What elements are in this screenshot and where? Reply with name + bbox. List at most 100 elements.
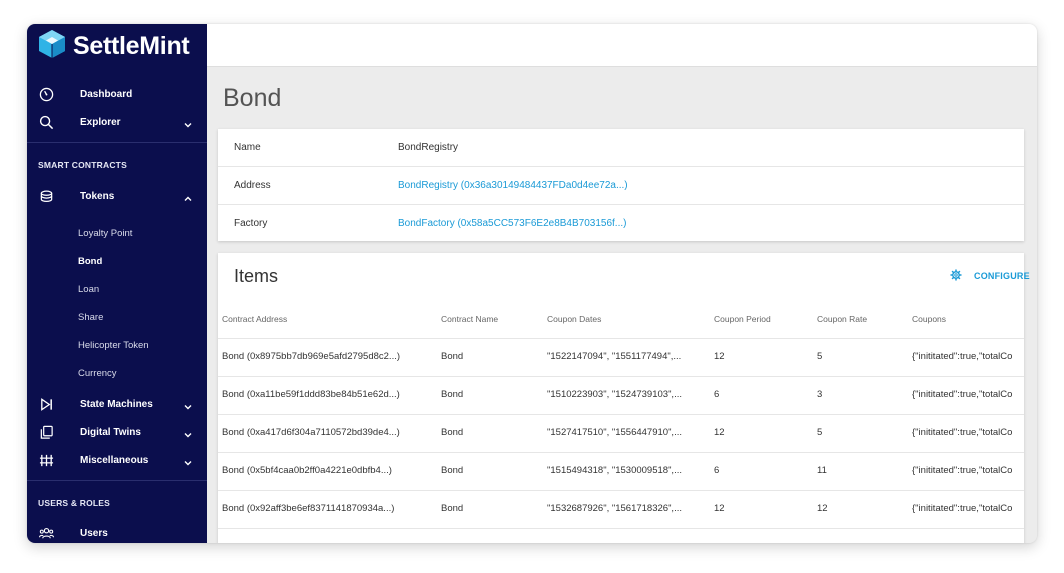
contract-name-cell: Bond (441, 351, 464, 362)
detail-row-factory: Factory BondFactory (0x58a5CC573F6E2e8B4… (218, 205, 1024, 241)
sidebar-item-tokens[interactable]: Tokens (27, 185, 207, 207)
coins-icon (38, 188, 54, 204)
search-icon (38, 114, 54, 130)
coupon-period-cell: 12 (714, 503, 725, 514)
app-window: SettleMint Dashboard Explorer SMART CONT… (27, 24, 1037, 543)
contract-address-link[interactable]: Bond (0xa11be59f1ddd83be84b51e62d...) (222, 389, 400, 400)
sidebar-subitem-currency[interactable]: Currency (78, 368, 117, 379)
coupon-rate-cell: 12 (817, 503, 828, 514)
factory-link[interactable]: BondFactory (0x58a5CC573F6E2e8B4B703156f… (398, 218, 626, 229)
sidebar-item-label: Tokens (80, 190, 115, 202)
sidebar-subitem-loyalty-point[interactable]: Loyalty Point (78, 228, 132, 239)
coupons-cell: {"inititated":true,"totalCo (912, 503, 1013, 514)
column-header-contract-name[interactable]: Contract Name (441, 314, 498, 324)
coupon-dates-cell: "1515494318", "1530009518",... (547, 465, 682, 476)
coupons-cell: {"inititated":true,"totalCo (912, 465, 1013, 476)
sidebar-item-dashboard[interactable]: Dashboard (27, 83, 207, 105)
sidebar-item-label: Dashboard (80, 88, 133, 100)
sidebar-item-label: Digital Twins (80, 426, 141, 438)
sidebar-item-state-machines[interactable]: State Machines (27, 393, 207, 415)
contract-name-cell: Bond (441, 389, 464, 400)
contract-address-link[interactable]: Bond (0x8975bb7db969e5afd2795d8c2...) (222, 351, 400, 362)
sidebar-item-digital-twins[interactable]: Digital Twins (27, 421, 207, 443)
sidebar-item-label: Users (80, 527, 108, 539)
chevron-down-icon (183, 455, 193, 466)
contract-name-cell: Bond (441, 465, 464, 476)
brand-name: SettleMint (73, 31, 190, 60)
detail-key: Name (234, 142, 261, 153)
table-row: Bond (0x8975bb7db969e5afd2795d8c2...) Bo… (218, 338, 1024, 376)
coupon-rate-cell: 5 (817, 351, 823, 362)
column-header-coupon-dates[interactable]: Coupon Dates (547, 314, 601, 324)
page-title: Bond (223, 84, 282, 112)
coupon-dates-cell: "1527417510", "1556447910",... (547, 427, 682, 438)
play-step-icon (38, 396, 54, 412)
detail-key: Factory (234, 218, 268, 229)
coupons-cell: {"inititated":true,"totalCo (912, 351, 1013, 362)
table-row (218, 528, 1024, 543)
column-header-coupon-rate[interactable]: Coupon Rate (817, 314, 867, 324)
sidebar-item-explorer[interactable]: Explorer (27, 111, 207, 133)
sidebar-subitem-share[interactable]: Share (78, 312, 103, 323)
section-label-smart-contracts: SMART CONTRACTS (38, 160, 127, 170)
items-title: Items (234, 266, 279, 286)
coupon-rate-cell: 5 (817, 427, 823, 438)
users-icon (38, 525, 54, 541)
table-row: Bond (0x92aff3be6ef8371141870934a...) Bo… (218, 490, 1024, 528)
address-link[interactable]: BondRegistry (0x36a30149484437FDa0d4ee72… (398, 180, 628, 191)
detail-value: BondRegistry (398, 142, 459, 153)
fence-icon (38, 452, 54, 468)
cube-logo-icon (38, 29, 66, 64)
sidebar-subitem-bond[interactable]: Bond (78, 256, 102, 267)
contract-address-link[interactable]: Bond (0xa417d6f304a7110572bd39de4...) (222, 427, 400, 438)
sidebar-divider (27, 480, 207, 481)
table-row: Bond (0x5bf4caa0b2ff0a4221e0dbfb4...) Bo… (218, 452, 1024, 490)
main-content: Bond Name BondRegistry Address BondRegis… (207, 67, 1037, 543)
coupon-period-cell: 6 (714, 389, 720, 400)
contract-name-cell: Bond (441, 503, 464, 514)
coupon-dates-cell: "1522147094", "1551177494",... (547, 351, 682, 362)
table-row: Bond (0xa417d6f304a7110572bd39de4...) Bo… (218, 414, 1024, 452)
contract-address-link[interactable]: Bond (0x5bf4caa0b2ff0a4221e0dbfb4...) (222, 465, 392, 476)
coupons-cell: {"inititated":true,"totalCo (912, 427, 1013, 438)
column-header-coupons[interactable]: Coupons (912, 314, 946, 324)
coupon-rate-cell: 3 (817, 389, 823, 400)
configure-button[interactable]: CONFIGURE (938, 269, 1030, 283)
items-card: Items CONFIGURE Contract Address Contrac… (218, 253, 1030, 543)
table-row: Bond (0xa11be59f1ddd83be84b51e62d...) Bo… (218, 376, 1024, 414)
detail-row-address: Address BondRegistry (0x36a30149484437FD… (218, 167, 1024, 205)
coupon-period-cell: 6 (714, 465, 720, 476)
detail-row-name: Name BondRegistry (218, 129, 1024, 167)
chevron-up-icon (183, 191, 193, 201)
contract-name-cell: Bond (441, 427, 464, 438)
coupon-dates-cell: "1532687926", "1561718326",... (547, 503, 682, 514)
contract-address-link[interactable]: Bond (0x92aff3be6ef8371141870934a...) (222, 503, 394, 514)
column-header-contract-address[interactable]: Contract Address (222, 314, 287, 324)
chevron-down-icon (183, 399, 193, 410)
coupons-cell: {"inititated":true,"totalCo (912, 389, 1013, 400)
sidebar-subitem-helicopter-token[interactable]: Helicopter Token (78, 340, 149, 351)
coupon-rate-cell: 11 (817, 465, 827, 476)
detail-key: Address (234, 180, 271, 191)
sidebar-divider (27, 142, 207, 143)
copy-icon (38, 424, 54, 440)
sidebar-item-label: Miscellaneous (80, 454, 149, 466)
sidebar-item-label: State Machines (80, 398, 153, 410)
coupon-period-cell: 12 (714, 351, 725, 362)
sidebar-subitem-loan[interactable]: Loan (78, 284, 99, 295)
gauge-icon (38, 86, 54, 102)
sidebar: SettleMint Dashboard Explorer SMART CONT… (27, 24, 207, 543)
logo[interactable]: SettleMint (38, 29, 190, 64)
sidebar-item-miscellaneous[interactable]: Miscellaneous (27, 449, 207, 471)
chevron-down-icon (183, 117, 193, 128)
coupon-period-cell: 12 (714, 427, 725, 438)
details-card: Name BondRegistry Address BondRegistry (… (218, 129, 1024, 241)
top-bar (207, 24, 1037, 67)
column-header-coupon-period[interactable]: Coupon Period (714, 314, 771, 324)
sidebar-item-label: Explorer (80, 116, 121, 128)
section-label-users-roles: USERS & ROLES (38, 498, 111, 508)
configure-label: CONFIGURE (974, 271, 1030, 281)
coupon-dates-cell: "1510223903", "1524739103",... (547, 389, 682, 400)
gear-icon (950, 269, 962, 283)
sidebar-item-users[interactable]: Users (27, 522, 207, 543)
